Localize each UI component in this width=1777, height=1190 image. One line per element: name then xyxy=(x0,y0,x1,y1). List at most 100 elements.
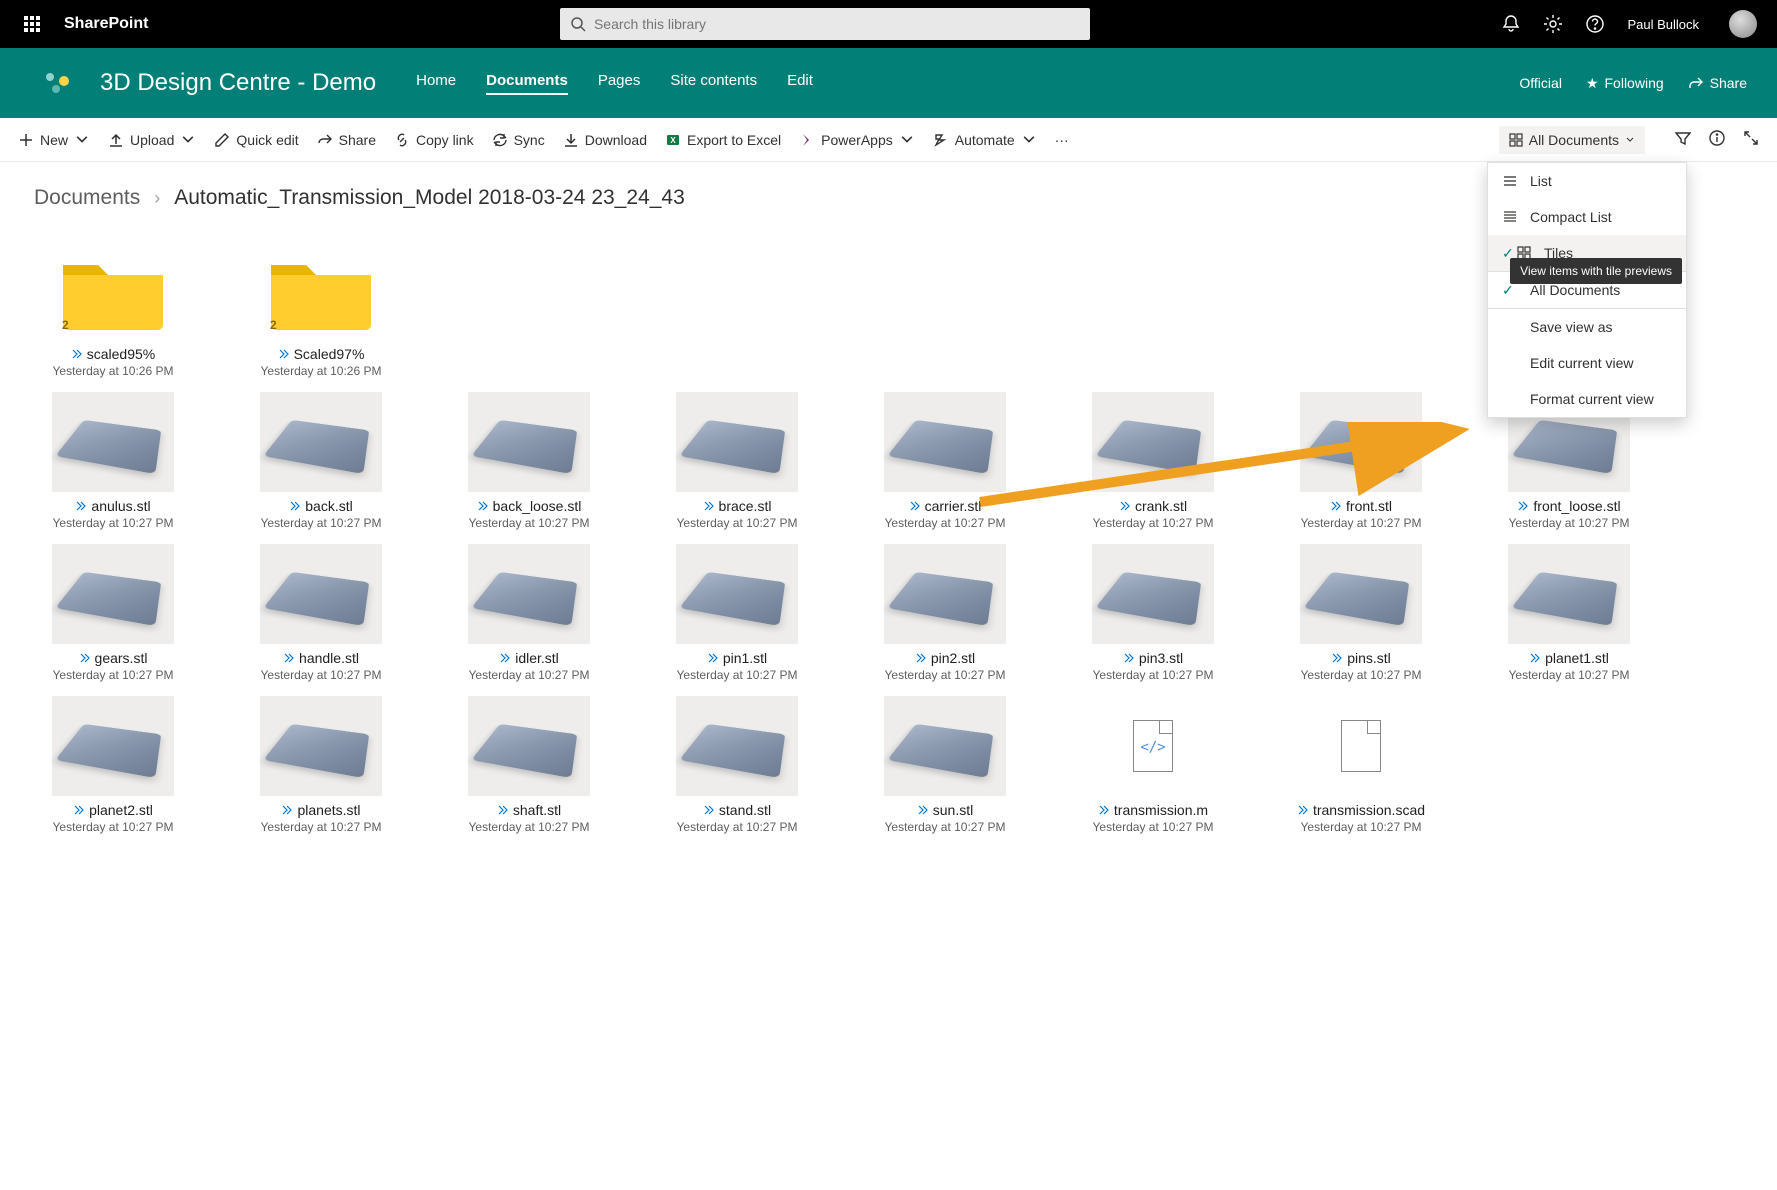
following-button[interactable]: ★ Following xyxy=(1586,75,1664,92)
folder-tile[interactable]: 2 Scaled97% Yesterday at 10:26 PM xyxy=(242,240,400,378)
file-tile[interactable]: crank.stl Yesterday at 10:27 PM xyxy=(1074,392,1232,530)
view-option-save[interactable]: Save view as xyxy=(1488,309,1686,345)
file-tile[interactable]: pin1.stl Yesterday at 10:27 PM xyxy=(658,544,816,682)
tile-name: stand.stl xyxy=(703,802,771,818)
document-icon xyxy=(1341,720,1381,772)
site-nav: Home Documents Pages Site contents Edit xyxy=(416,72,813,95)
3d-thumbnail xyxy=(55,420,161,474)
following-label: Following xyxy=(1605,75,1664,91)
3d-thumbnail xyxy=(471,420,577,474)
powerapps-button[interactable]: PowerApps xyxy=(799,132,915,148)
file-tile[interactable]: gears.stl Yesterday at 10:27 PM xyxy=(34,544,192,682)
upload-button[interactable]: Upload xyxy=(108,132,196,148)
site-nav-home[interactable]: Home xyxy=(416,72,456,95)
tile-name: brace.stl xyxy=(703,498,772,514)
3d-thumbnail xyxy=(263,572,369,626)
file-tile[interactable]: transmission.m Yesterday at 10:27 PM xyxy=(1074,696,1232,834)
view-option-edit[interactable]: Edit current view xyxy=(1488,345,1686,381)
site-header: 3D Design Centre - Demo Home Documents Pag… xyxy=(0,48,1777,118)
tile-name: carrier.stl xyxy=(909,498,982,514)
file-tile[interactable]: brace.stl Yesterday at 10:27 PM xyxy=(658,392,816,530)
file-tile[interactable]: sun.stl Yesterday at 10:27 PM xyxy=(866,696,1024,834)
file-tile[interactable]: planets.stl Yesterday at 10:27 PM xyxy=(242,696,400,834)
share-button[interactable]: Share xyxy=(317,132,376,148)
view-option-compact-list[interactable]: Compact List xyxy=(1488,199,1686,235)
file-tile[interactable]: carrier.stl Yesterday at 10:27 PM xyxy=(866,392,1024,530)
file-tile[interactable]: idler.stl Yesterday at 10:27 PM xyxy=(450,544,608,682)
tile-name: shaft.stl xyxy=(497,802,561,818)
file-tile[interactable]: shaft.stl Yesterday at 10:27 PM xyxy=(450,696,608,834)
3d-thumbnail xyxy=(1095,572,1201,626)
tile-date: Yesterday at 10:27 PM xyxy=(885,668,1006,682)
folder-icon: 2 xyxy=(260,240,382,340)
bell-icon[interactable] xyxy=(1501,14,1521,34)
quick-edit-button[interactable]: Quick edit xyxy=(214,132,298,148)
download-button[interactable]: Download xyxy=(563,132,647,148)
export-excel-button[interactable]: XExport to Excel xyxy=(665,132,781,148)
tile-date: Yesterday at 10:27 PM xyxy=(261,820,382,834)
file-tile[interactable]: back.stl Yesterday at 10:27 PM xyxy=(242,392,400,530)
view-option-format[interactable]: Format current view xyxy=(1488,381,1686,417)
view-selector[interactable]: All Documents xyxy=(1499,126,1645,154)
share-site-button[interactable]: Share xyxy=(1688,75,1747,91)
file-tile[interactable]: back_loose.stl Yesterday at 10:27 PM xyxy=(450,392,608,530)
expand-icon[interactable] xyxy=(1743,130,1759,149)
breadcrumb-current: Automatic_Transmission_Model 2018-03-24 … xyxy=(174,186,685,210)
file-tile[interactable]: pin2.stl Yesterday at 10:27 PM xyxy=(866,544,1024,682)
folder-tile[interactable]: 2 scaled95% Yesterday at 10:26 PM xyxy=(34,240,192,378)
site-nav-pages[interactable]: Pages xyxy=(598,72,641,95)
breadcrumb-root[interactable]: Documents xyxy=(34,186,140,210)
tile-name: crank.stl xyxy=(1119,498,1187,514)
tile-name: gears.stl xyxy=(79,650,148,666)
tile-thumb xyxy=(676,544,798,644)
site-logo[interactable] xyxy=(40,65,76,101)
tile-date: Yesterday at 10:26 PM xyxy=(261,364,382,378)
tile-name: handle.stl xyxy=(283,650,359,666)
site-nav-edit[interactable]: Edit xyxy=(787,72,813,95)
file-tile[interactable]: transmission.scad Yesterday at 10:27 PM xyxy=(1282,696,1440,834)
tile-name: planet1.stl xyxy=(1529,650,1609,666)
tile-name: pins.stl xyxy=(1331,650,1391,666)
search-input[interactable] xyxy=(594,16,1080,32)
question-icon[interactable] xyxy=(1585,14,1605,34)
filter-icon[interactable] xyxy=(1675,130,1691,149)
view-option-list[interactable]: List xyxy=(1488,163,1686,199)
gear-icon[interactable] xyxy=(1543,14,1563,34)
3d-thumbnail xyxy=(55,572,161,626)
more-button[interactable]: ··· xyxy=(1055,132,1069,148)
site-nav-documents[interactable]: Documents xyxy=(486,72,568,95)
tile-thumb xyxy=(1300,696,1422,796)
search-box[interactable] xyxy=(560,8,1090,40)
sync-button[interactable]: Sync xyxy=(492,132,545,148)
search-icon xyxy=(570,16,586,32)
app-launcher-button[interactable] xyxy=(8,0,56,48)
file-tile[interactable]: front.stl Yesterday at 10:27 PM xyxy=(1282,392,1440,530)
tile-date: Yesterday at 10:27 PM xyxy=(1093,820,1214,834)
tile-thumb xyxy=(52,544,174,644)
tile-thumb xyxy=(52,696,174,796)
file-tile[interactable]: handle.stl Yesterday at 10:27 PM xyxy=(242,544,400,682)
file-tile[interactable]: anulus.stl Yesterday at 10:27 PM xyxy=(34,392,192,530)
3d-thumbnail xyxy=(471,724,577,778)
site-nav-site-contents[interactable]: Site contents xyxy=(670,72,757,95)
copy-link-button[interactable]: Copy link xyxy=(394,132,474,148)
avatar[interactable] xyxy=(1729,10,1757,38)
tile-thumb xyxy=(260,392,382,492)
user-name[interactable]: Paul Bullock xyxy=(1627,17,1699,32)
automate-button[interactable]: Automate xyxy=(933,132,1037,148)
info-icon[interactable] xyxy=(1709,130,1725,149)
site-title[interactable]: 3D Design Centre - Demo xyxy=(100,69,376,97)
file-tile[interactable]: planet1.stl Yesterday at 10:27 PM xyxy=(1490,544,1648,682)
tile-date: Yesterday at 10:27 PM xyxy=(1301,820,1422,834)
file-tile[interactable]: planet2.stl Yesterday at 10:27 PM xyxy=(34,696,192,834)
file-tile[interactable]: pin3.stl Yesterday at 10:27 PM xyxy=(1074,544,1232,682)
new-button[interactable]: New xyxy=(18,132,90,148)
tile-date: Yesterday at 10:27 PM xyxy=(677,516,798,530)
command-bar: New Upload Quick edit Share Copy link Sy… xyxy=(0,118,1777,162)
file-tile[interactable]: pins.stl Yesterday at 10:27 PM xyxy=(1282,544,1440,682)
tile-thumb xyxy=(884,696,1006,796)
app-name[interactable]: SharePoint xyxy=(64,15,148,33)
tile-date: Yesterday at 10:27 PM xyxy=(1093,668,1214,682)
file-tile[interactable]: stand.stl Yesterday at 10:27 PM xyxy=(658,696,816,834)
tile-name: back.stl xyxy=(289,498,352,514)
